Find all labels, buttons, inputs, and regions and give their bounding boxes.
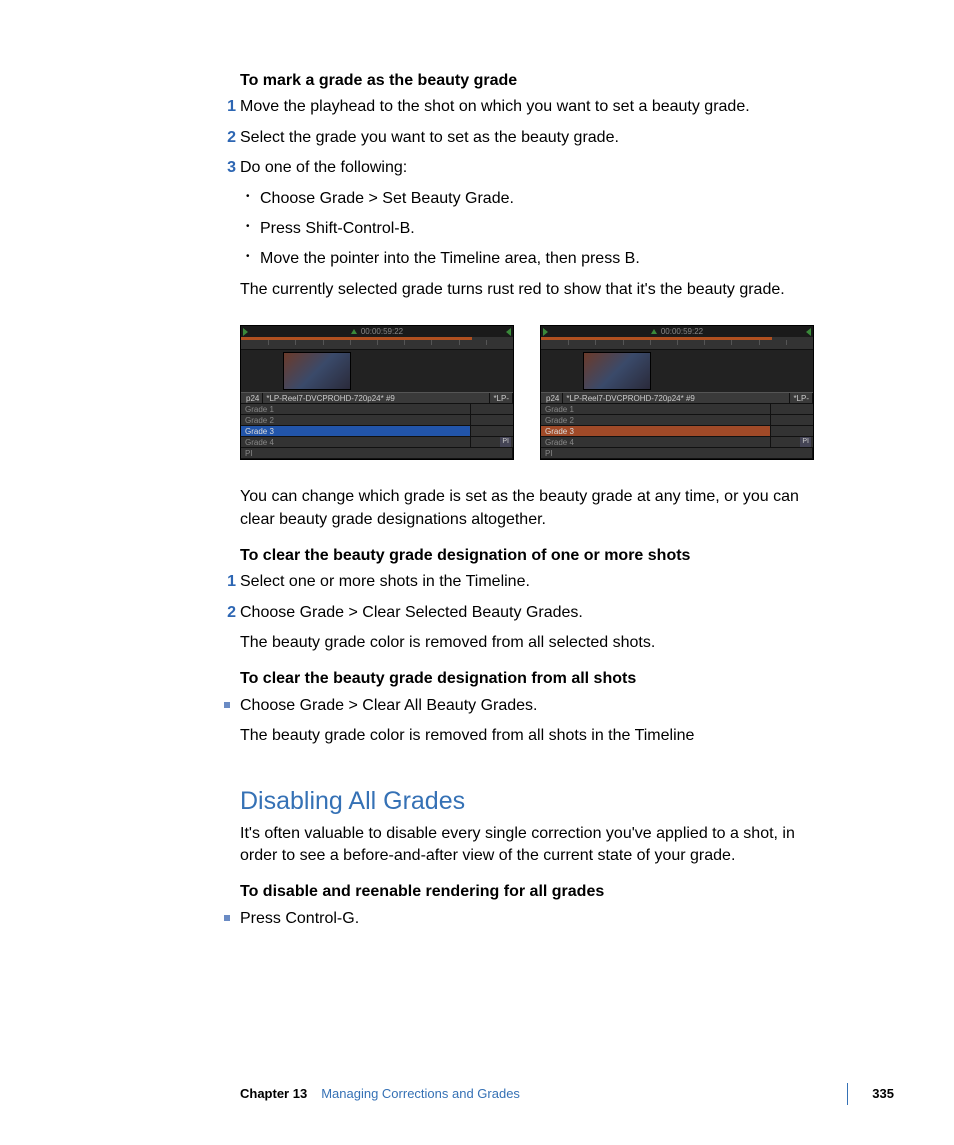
- heading-clear-all: To clear the beauty grade designation fr…: [240, 668, 828, 690]
- substep-pointer: Move the pointer into the Timeline area,…: [240, 248, 828, 270]
- clip-suffix: *LP-: [490, 393, 513, 403]
- pi-row: PI: [241, 448, 513, 458]
- pi-tag: PI: [500, 437, 511, 447]
- disable-bullet: Press Control-G.: [240, 908, 828, 930]
- chapter-label: Chapter 13: [240, 1085, 307, 1103]
- clear-result: The beauty grade color is removed from a…: [240, 632, 828, 654]
- heading-clear-selected: To clear the beauty grade designation of…: [240, 545, 828, 567]
- pi-row: PI: [541, 448, 813, 458]
- grade-4-row: Grade 4: [541, 437, 771, 447]
- out-marker-icon: [806, 328, 811, 336]
- in-marker-icon: [243, 328, 248, 336]
- step-3: 3 Do one of the following:: [240, 157, 828, 179]
- out-marker-icon: [506, 328, 511, 336]
- clip-thumbnail: [283, 352, 351, 390]
- timecode: 00:00:59:22: [361, 326, 403, 337]
- chapter-title: Managing Corrections and Grades: [321, 1085, 520, 1103]
- grade-4-row: Grade 4: [241, 437, 471, 447]
- grade-1-row: Grade 1: [541, 404, 771, 414]
- step-3-text: Do one of the following:: [240, 159, 407, 176]
- grade-2-row: Grade 2: [241, 415, 471, 425]
- page-footer: Chapter 13 Managing Corrections and Grad…: [240, 1085, 894, 1103]
- pi-tag: PI: [800, 437, 811, 447]
- in-marker-icon: [543, 328, 548, 336]
- grade-2-row: Grade 2: [541, 415, 771, 425]
- step-num-2: 2: [224, 127, 236, 149]
- heading-disable-reenable: To disable and reenable rendering for al…: [240, 881, 828, 903]
- step-num-1: 1: [224, 96, 236, 118]
- step-2: 2 Select the grade you want to set as th…: [240, 127, 828, 149]
- section-title-disabling: Disabling All Grades: [240, 784, 828, 819]
- clear-step-num-1: 1: [224, 571, 236, 593]
- clip-prefix: p24: [243, 393, 263, 403]
- step-1: 1 Move the playhead to the shot on which…: [240, 96, 828, 118]
- clear-step-num-2: 2: [224, 602, 236, 624]
- timecode: 00:00:59:22: [661, 326, 703, 337]
- grade-3-row-beauty: Grade 3: [541, 426, 771, 436]
- step-1-text: Move the playhead to the shot on which y…: [240, 98, 750, 115]
- clip-thumbnail: [583, 352, 651, 390]
- clear-all-result: The beauty grade color is removed from a…: [240, 725, 828, 747]
- clip-name: *LP-Reel7-DVCPROHD-720p24* #9: [563, 393, 790, 403]
- result-1: The currently selected grade turns rust …: [240, 279, 828, 301]
- step-2-text: Select the grade you want to set as the …: [240, 129, 619, 146]
- clear-step-1: 1 Select one or more shots in the Timeli…: [240, 571, 828, 593]
- clip-name: *LP-Reel7-DVCPROHD-720p24* #9: [263, 393, 490, 403]
- timeline-before: 00:00:59:22 p24 *LP-Reel7-DVCPROHD-720p2…: [240, 325, 514, 460]
- disabling-intro: It's often valuable to disable every sin…: [240, 823, 828, 868]
- substep-press: Press Shift-Control-B.: [240, 218, 828, 240]
- step-num-3: 3: [224, 157, 236, 179]
- clear-step-2: 2 Choose Grade > Clear Selected Beauty G…: [240, 602, 828, 624]
- substep-choose: Choose Grade > Set Beauty Grade.: [240, 188, 828, 210]
- figure-timelines: 00:00:59:22 p24 *LP-Reel7-DVCPROHD-720p2…: [240, 325, 828, 460]
- heading-mark-beauty: To mark a grade as the beauty grade: [240, 70, 828, 92]
- timeline-after: 00:00:59:22 p24 *LP-Reel7-DVCPROHD-720p2…: [540, 325, 814, 460]
- mid-paragraph: You can change which grade is set as the…: [240, 486, 828, 531]
- clear-step-2-text: Choose Grade > Clear Selected Beauty Gra…: [240, 604, 583, 621]
- clip-prefix: p24: [543, 393, 563, 403]
- grade-3-row-selected: Grade 3: [241, 426, 471, 436]
- clip-suffix: *LP-: [790, 393, 813, 403]
- clear-step-1-text: Select one or more shots in the Timeline…: [240, 573, 530, 590]
- page-number: 335: [872, 1086, 894, 1101]
- grade-1-row: Grade 1: [241, 404, 471, 414]
- clear-all-bullet: Choose Grade > Clear All Beauty Grades.: [240, 695, 828, 717]
